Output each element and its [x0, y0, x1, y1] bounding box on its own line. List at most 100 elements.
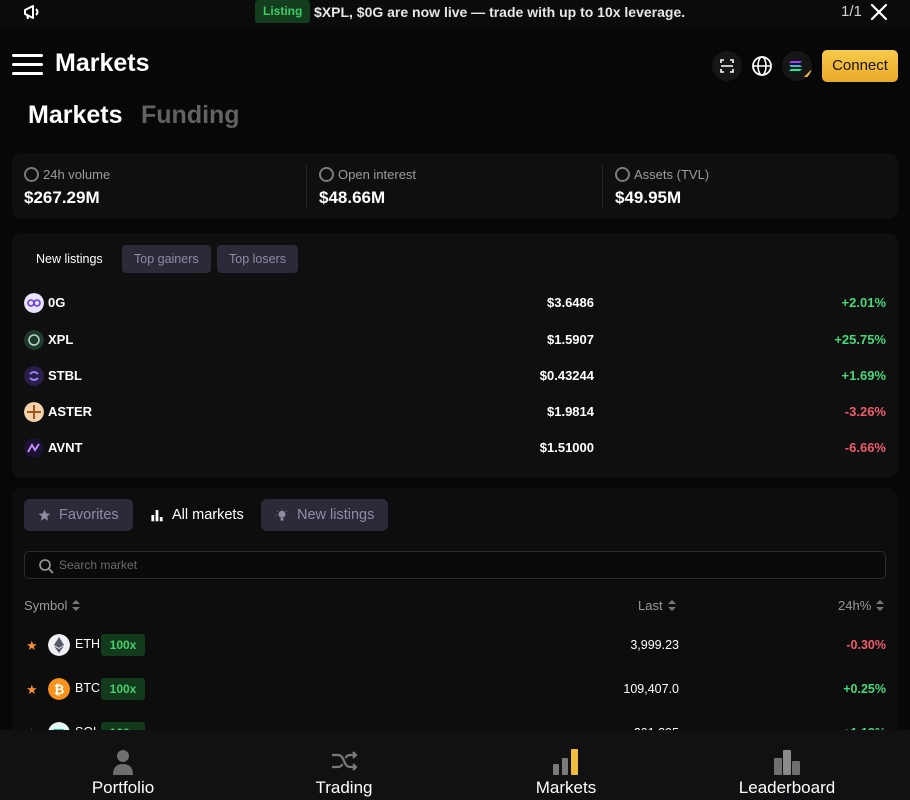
tab-label: All markets — [172, 507, 244, 523]
column-header-24h[interactable]: 24h% — [838, 598, 885, 613]
column-label: Last — [638, 598, 663, 613]
search-input[interactable] — [59, 552, 859, 578]
nav-trading[interactable]: Trading — [244, 730, 444, 800]
market-symbol: BTC — [75, 681, 100, 695]
search-field — [24, 551, 886, 579]
column-label: Symbol — [24, 598, 68, 613]
nav-label: Leaderboard — [738, 778, 836, 797]
divider — [602, 165, 603, 209]
stat-open-interest: Open interest $48.66M — [319, 167, 416, 208]
stat-value: $49.95M — [615, 188, 682, 207]
listing-symbol: ASTER — [48, 404, 93, 419]
favorite-star-icon[interactable]: ★ — [26, 682, 38, 698]
listing-row[interactable]: STBL $0.43244 +1.69% — [12, 366, 898, 402]
market-row[interactable]: ★ ₿ BTC 100x 109,407.0 +0.25% — [12, 678, 898, 718]
listing-row[interactable]: ASTER $1.9814 -3.26% — [12, 402, 898, 438]
sort-icon — [667, 599, 676, 612]
listing-change: +25.75% — [834, 332, 886, 347]
tab-all-markets[interactable]: All markets — [136, 499, 258, 531]
btc-logo-icon: ₿ — [48, 678, 70, 700]
market-symbol: ETH — [75, 637, 100, 651]
0g-logo-icon — [24, 293, 44, 313]
listing-change: -3.26% — [844, 404, 886, 419]
nav-portfolio[interactable]: Portfolio — [23, 730, 223, 800]
stat-label: 24h volume — [43, 167, 111, 182]
solana-network-icon[interactable] — [782, 51, 812, 81]
sort-icon — [876, 599, 885, 612]
tab-top-losers[interactable]: Top losers — [217, 245, 298, 273]
coins-icon — [319, 167, 334, 182]
leaderboard-icon — [774, 750, 800, 775]
stat-value: $267.29M — [24, 188, 100, 207]
star-icon — [38, 509, 51, 521]
menu-icon[interactable] — [12, 54, 44, 76]
favorite-star-icon[interactable]: ★ — [26, 638, 38, 654]
stat-tvl: Assets (TVL) $49.95M — [615, 167, 709, 208]
listing-price: $1.51000 — [539, 440, 594, 455]
close-icon[interactable] — [869, 2, 889, 22]
eth-logo-icon — [48, 634, 70, 656]
header-title: Markets — [55, 49, 150, 77]
megaphone-icon — [24, 5, 39, 20]
listing-change: -6.66% — [844, 440, 886, 455]
leverage-badge: 100x — [101, 634, 145, 656]
stats-card: 24h volume $267.29M Open interest $48.66… — [12, 153, 898, 219]
tab-favorites[interactable]: Favorites — [24, 499, 133, 531]
tab-markets[interactable]: Markets — [28, 101, 123, 130]
divider — [306, 165, 307, 209]
person-icon — [113, 750, 133, 775]
listing-price: $1.9814 — [547, 404, 594, 419]
nav-leaderboard[interactable]: Leaderboard — [687, 730, 887, 800]
listing-row[interactable]: XPL $1.5907 +25.75% — [12, 330, 898, 366]
announcement-counter: 1/1 — [841, 3, 862, 20]
listing-change: +2.01% — [841, 295, 886, 310]
sort-icon — [72, 599, 81, 612]
tab-new-listings[interactable]: New listings — [24, 245, 115, 273]
listing-price: $0.43244 — [539, 368, 594, 383]
column-header-last[interactable]: Last — [638, 598, 676, 613]
stat-label: Open interest — [338, 167, 417, 182]
globe-icon[interactable] — [747, 51, 777, 81]
listing-change: +1.69% — [841, 368, 886, 383]
scan-icon[interactable] — [712, 51, 742, 81]
tab-new-listings-markets[interactable]: New listings — [261, 499, 389, 531]
tab-top-gainers[interactable]: Top gainers — [122, 245, 211, 273]
listing-tag: Listing — [255, 0, 311, 23]
nav-label: Trading — [315, 778, 373, 797]
tab-funding[interactable]: Funding — [141, 101, 240, 130]
nav-label: Portfolio — [91, 778, 155, 797]
nav-label: Markets — [535, 778, 597, 797]
announcement-message[interactable]: $XPL, $0G are now live — trade with up t… — [314, 4, 685, 20]
nav-markets[interactable]: Markets — [466, 730, 666, 800]
connect-button[interactable]: Connect — [822, 50, 898, 82]
column-label: 24h% — [838, 598, 872, 613]
stat-24h-volume: 24h volume $267.29M — [24, 167, 110, 208]
app-root: Listing $XPL, $0G are now live — trade w… — [0, 0, 910, 800]
search-icon — [39, 559, 54, 574]
xpl-logo-icon — [24, 330, 44, 350]
column-header-symbol[interactable]: Symbol — [24, 598, 81, 613]
shuffle-icon — [332, 751, 358, 771]
market-last: 3,999.23 — [630, 638, 679, 652]
avnt-logo-icon — [24, 438, 44, 458]
svg-text:₿: ₿ — [54, 683, 65, 698]
tab-label: New listings — [297, 507, 375, 523]
tab-label: Favorites — [59, 507, 119, 523]
bottom-navigation: Portfolio Trading Markets Leaderboard — [0, 730, 910, 800]
coins-icon — [24, 167, 39, 182]
market-change: +0.25% — [843, 682, 886, 696]
listing-row[interactable]: 0G $3.6486 +2.01% — [12, 293, 898, 329]
market-last: 109,407.0 — [623, 682, 679, 696]
listing-price: $1.5907 — [547, 332, 594, 347]
markets-bars-icon — [553, 749, 578, 775]
listing-symbol: STBL — [48, 368, 82, 383]
listing-symbol: XPL — [48, 332, 74, 347]
stbl-logo-icon — [24, 366, 44, 386]
listings-card: New listings Top gainers Top losers 0G $… — [12, 233, 898, 478]
coins-icon — [615, 167, 630, 182]
listing-row[interactable]: AVNT $1.51000 -6.66% — [12, 438, 898, 474]
bar-chart-icon — [151, 510, 163, 522]
market-row[interactable]: ★ ETH 100x 3,999.23 -0.30% — [12, 634, 898, 674]
market-change: -0.30% — [846, 638, 886, 652]
leverage-badge: 100x — [101, 678, 145, 700]
